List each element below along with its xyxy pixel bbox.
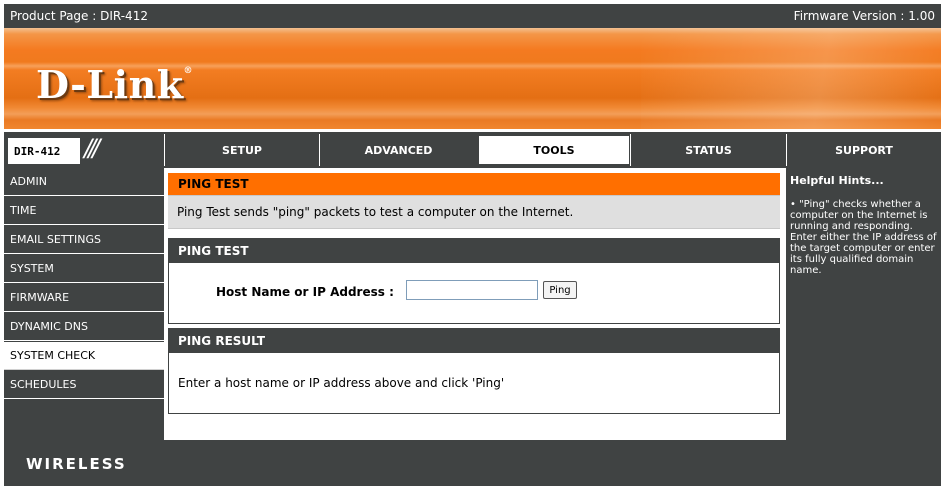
section-title: PING RESULT — [169, 329, 779, 353]
router-admin-page: Product Page : DIR-412 Firmware Version … — [0, 0, 945, 490]
ping-result-section: PING RESULT Enter a host name or IP addr… — [168, 328, 780, 414]
product-page-label: Product Page : DIR-412 — [10, 9, 148, 23]
host-input[interactable] — [406, 280, 538, 300]
host-field-label: Host Name or IP Address : — [216, 285, 394, 299]
sidebar-item-time[interactable]: TIME — [4, 197, 164, 225]
tab-tools[interactable]: TOOLS — [477, 134, 631, 166]
section-title: PING TEST — [168, 173, 780, 195]
wireless-logo: WIRELESS — [26, 455, 127, 473]
firmware-version-label: Firmware Version : 1.00 — [793, 9, 935, 23]
sidebar-item-email-settings[interactable]: EMAIL SETTINGS — [4, 226, 164, 254]
dlink-logo: D-Link® — [36, 62, 193, 107]
sidebar-item-dynamic-dns[interactable]: DYNAMIC DNS — [4, 313, 164, 341]
ping-test-section: PING TEST Host Name or IP Address : Ping — [168, 238, 780, 324]
ping-result-message: Enter a host name or IP address above an… — [178, 376, 505, 390]
hints-text: • "Ping" checks whether a computer on th… — [790, 199, 937, 276]
tab-advanced[interactable]: ADVANCED — [319, 134, 477, 166]
ping-test-intro-section: PING TEST Ping Test sends "ping" packets… — [168, 173, 780, 233]
section-description: Ping Test sends "ping" packets to test a… — [168, 195, 780, 229]
sidebar-item-admin[interactable]: ADMIN — [4, 168, 164, 196]
top-bar: Product Page : DIR-412 Firmware Version … — [4, 4, 941, 28]
tab-support[interactable]: SUPPORT — [786, 134, 941, 166]
sidebar-item-firmware[interactable]: FIRMWARE — [4, 284, 164, 312]
tab-status[interactable]: STATUS — [630, 134, 786, 166]
registered-mark: ® — [183, 66, 194, 76]
ping-button[interactable]: Ping — [543, 281, 577, 299]
helpful-hints-panel: Helpful Hints... • "Ping" checks whether… — [786, 168, 941, 440]
model-slashes: /// — [84, 134, 100, 162]
sidebar-item-system[interactable]: SYSTEM — [4, 255, 164, 283]
logo-text: D-Link — [36, 62, 184, 107]
hints-title: Helpful Hints... — [790, 174, 884, 187]
footer-bar: WIRELESS — [4, 440, 941, 486]
ping-form: Host Name or IP Address : Ping — [169, 263, 779, 323]
model-label: DIR-412 — [8, 138, 80, 164]
sidebar-item-system-check[interactable]: SYSTEM CHECK — [4, 342, 164, 370]
sidebar-item-schedules[interactable]: SCHEDULES — [4, 371, 164, 399]
section-title: PING TEST — [169, 239, 779, 263]
tab-setup[interactable]: SETUP — [164, 134, 319, 166]
main-content: PING TEST Ping Test sends "ping" packets… — [165, 168, 785, 440]
sidebar-menu: ADMIN TIME EMAIL SETTINGS SYSTEM FIRMWAR… — [4, 168, 164, 440]
top-navigation: DIR-412 /// SETUP ADVANCED TOOLS STATUS … — [4, 132, 941, 168]
model-indicator: DIR-412 /// — [4, 134, 164, 166]
brand-banner: D-Link® — [4, 28, 941, 129]
